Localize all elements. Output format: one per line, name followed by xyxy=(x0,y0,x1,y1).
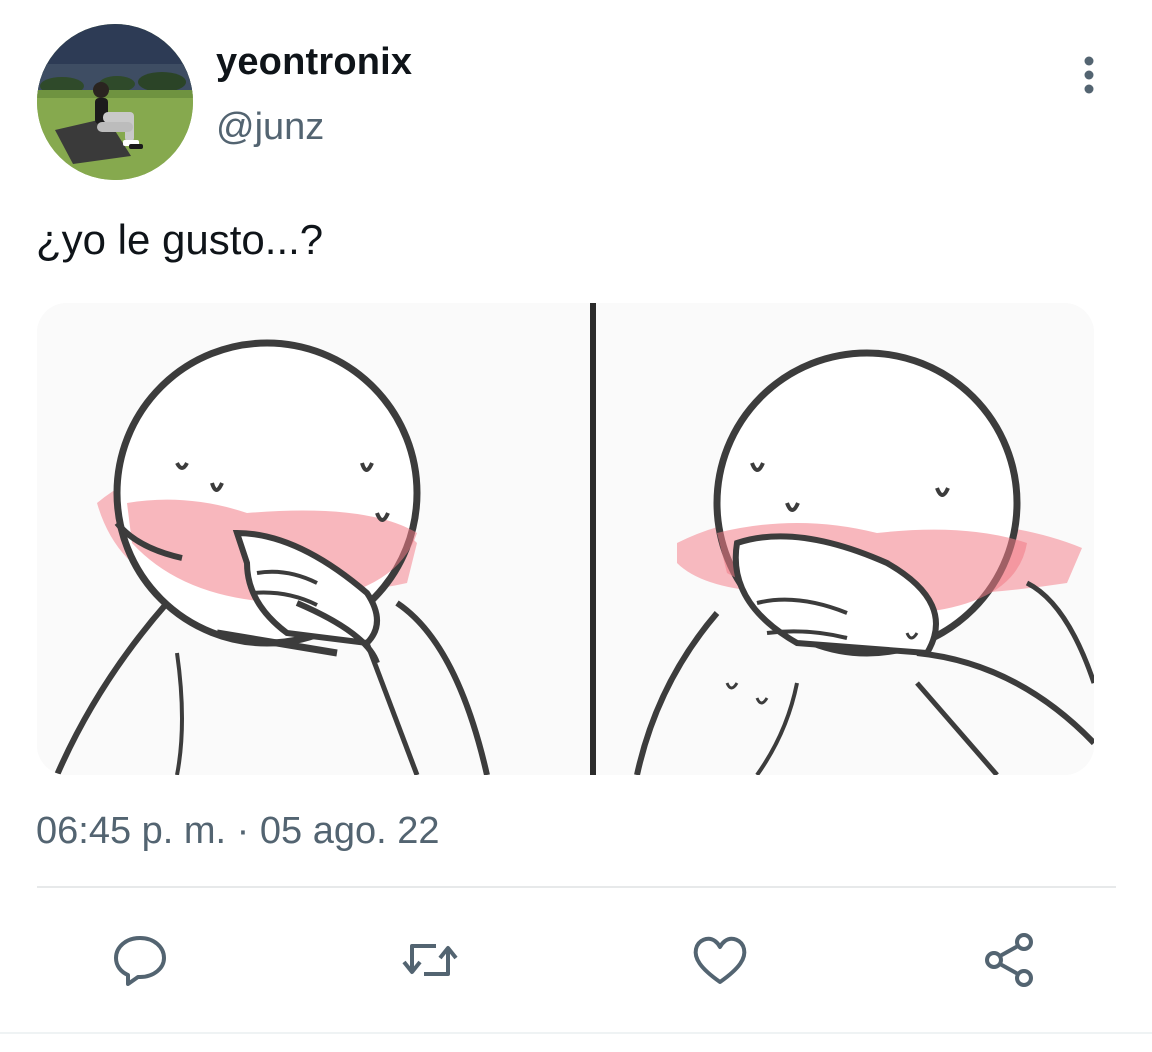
share-icon xyxy=(985,933,1033,987)
avatar[interactable] xyxy=(37,24,193,180)
more-options-button[interactable] xyxy=(1068,54,1110,96)
meme-illustration xyxy=(37,303,1094,775)
tweet-card: yeontronix @junz ¿yo le gusto...? 06:45 … xyxy=(0,0,1152,1052)
user-handle[interactable]: @junz xyxy=(216,106,324,149)
bottom-border xyxy=(0,1032,1152,1034)
divider xyxy=(37,886,1116,888)
user-avatar-photo xyxy=(37,24,193,180)
retweet-icon xyxy=(402,944,458,976)
like-button[interactable] xyxy=(690,930,750,990)
tweet-text: ¿yo le gusto...? xyxy=(36,216,324,263)
tweet-timestamp[interactable]: 06:45 p. m. · 05 ago. 22 xyxy=(36,810,440,853)
more-vertical-icon xyxy=(1084,56,1094,94)
heart-icon xyxy=(693,936,747,984)
reply-button[interactable] xyxy=(110,930,170,990)
retweet-button[interactable] xyxy=(400,930,460,990)
display-name[interactable]: yeontronix xyxy=(216,41,412,84)
reply-icon xyxy=(114,936,166,986)
panel-divider-line xyxy=(590,303,596,775)
tweet-media-image[interactable] xyxy=(37,303,1094,775)
share-button[interactable] xyxy=(980,930,1040,990)
